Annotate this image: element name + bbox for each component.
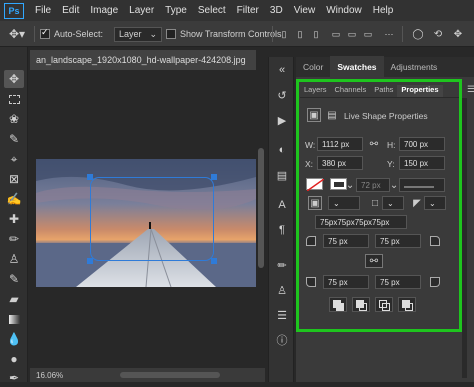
clone-stamp-tool-icon[interactable]: ♙ bbox=[4, 250, 24, 268]
3d-pan-icon[interactable]: ✥ bbox=[450, 26, 466, 42]
tab-adjustments[interactable]: Adjustments bbox=[384, 62, 445, 77]
character-panel-icon[interactable]: A bbox=[274, 197, 290, 213]
libraries-panel-icon[interactable]: ▤ bbox=[274, 167, 290, 183]
blur-tool-icon[interactable]: 💧 bbox=[4, 330, 24, 348]
adjustments-panel-icon[interactable]: ◐ bbox=[274, 142, 290, 158]
lasso-tool-icon[interactable]: ❀ bbox=[4, 110, 24, 128]
document-tab-title: an_landscape_1920x1080_hd-wallpaper-4242… bbox=[36, 55, 246, 65]
healing-brush-tool-icon[interactable]: ✚ bbox=[4, 210, 24, 228]
menu-image[interactable]: Image bbox=[90, 5, 118, 16]
info-panel-icon[interactable]: ⓘ bbox=[274, 332, 290, 348]
history-brush-tool-icon[interactable]: ✎ bbox=[4, 270, 24, 288]
color-panel-group-tabs: Color Swatches Adjustments bbox=[296, 56, 474, 77]
brush-tool-icon[interactable]: ✏ bbox=[4, 230, 24, 248]
divider bbox=[272, 26, 273, 42]
glyphs-panel-icon[interactable]: ☰ bbox=[274, 307, 290, 323]
layer-dropdown-value: Layer bbox=[119, 29, 142, 39]
tab-swatches[interactable]: Swatches bbox=[330, 56, 384, 77]
document-vertical-scrollbar[interactable] bbox=[258, 148, 264, 268]
dodge-tool-icon[interactable]: ● bbox=[4, 350, 24, 368]
marquee-tool-icon[interactable] bbox=[4, 90, 24, 108]
paragraph-panel-icon[interactable]: ¶ bbox=[274, 222, 290, 238]
show-transform-label: Show Transform Controls bbox=[180, 29, 282, 39]
align-right-icon[interactable]: ▯ bbox=[310, 26, 322, 42]
3d-rotate-icon[interactable]: ⟲ bbox=[430, 26, 446, 42]
transform-handle[interactable] bbox=[211, 174, 217, 180]
collapse-arrows-icon[interactable]: « bbox=[274, 62, 290, 78]
menu-edit[interactable]: Edit bbox=[62, 5, 79, 16]
auto-select-checkbox[interactable] bbox=[40, 27, 50, 39]
clone-source-panel-icon[interactable]: ♙ bbox=[274, 282, 290, 298]
menu-filter[interactable]: Filter bbox=[237, 5, 259, 16]
layer-dropdown[interactable]: Layer ⌄ bbox=[114, 26, 163, 42]
auto-select-toggle[interactable]: Auto-Select: bbox=[40, 26, 103, 42]
align-top-icon[interactable]: ▭ bbox=[330, 26, 342, 42]
options-bar: ✥▾ Auto-Select: Layer ⌄ Show Transform Co… bbox=[0, 21, 474, 47]
panel-menu-icon[interactable]: ☰ bbox=[467, 84, 474, 96]
pen-tool-icon[interactable]: ✒ bbox=[4, 369, 24, 387]
document-tab[interactable]: an_landscape_1920x1080_hd-wallpaper-4242… bbox=[30, 50, 256, 70]
landscape-image[interactable] bbox=[36, 159, 256, 287]
more-options-icon[interactable]: ⋯ bbox=[382, 26, 396, 42]
menu-help[interactable]: Help bbox=[373, 5, 394, 16]
align-center-icon[interactable]: ▯ bbox=[294, 26, 306, 42]
align-left-icon[interactable]: ▯ bbox=[278, 26, 290, 42]
menu-type[interactable]: Type bbox=[165, 5, 187, 16]
collapsed-panel-dock: « ↺ ▶ ◐ ▤ A ¶ ✏ ♙ ☰ ⓘ bbox=[268, 57, 294, 382]
quick-select-tool-icon[interactable]: ✎ bbox=[4, 130, 24, 148]
photoshop-logo: Ps bbox=[4, 2, 24, 19]
menu-window[interactable]: Window bbox=[326, 5, 362, 16]
transform-handle[interactable] bbox=[87, 258, 93, 264]
transform-handle[interactable] bbox=[87, 174, 93, 180]
tools-panel: ✥ ❀ ✎ ⌖ ⊠ ✍ ✚ ✏ ♙ ✎ ▰ 💧 ● ✒ bbox=[0, 47, 28, 385]
show-transform-checkbox[interactable] bbox=[166, 29, 176, 39]
divider bbox=[402, 26, 403, 42]
history-panel-icon[interactable]: ↺ bbox=[274, 87, 290, 103]
eyedropper-tool-icon[interactable]: ✍ bbox=[4, 190, 24, 208]
frame-tool-icon[interactable]: ⊠ bbox=[4, 170, 24, 188]
align-middle-icon[interactable]: ▭ bbox=[346, 26, 358, 42]
show-transform-toggle[interactable]: Show Transform Controls bbox=[166, 26, 282, 42]
gradient-tool-icon[interactable] bbox=[4, 310, 24, 328]
auto-select-label: Auto-Select: bbox=[54, 29, 104, 39]
zoom-level[interactable]: 16.06% bbox=[36, 371, 63, 380]
align-bottom-icon[interactable]: ▭ bbox=[362, 26, 374, 42]
menu-bar: Ps File Edit Image Layer Type Select Fil… bbox=[0, 0, 474, 21]
crop-tool-icon[interactable]: ⌖ bbox=[4, 150, 24, 168]
brush-settings-panel-icon[interactable]: ✏ bbox=[274, 257, 290, 273]
eraser-tool-icon[interactable]: ▰ bbox=[4, 290, 24, 308]
menu-layer[interactable]: Layer bbox=[129, 5, 154, 16]
properties-highlight-box bbox=[296, 79, 462, 332]
move-tool-icon[interactable]: ✥▾ bbox=[6, 26, 28, 42]
actions-panel-icon[interactable]: ▶ bbox=[274, 112, 290, 128]
transform-handle[interactable] bbox=[211, 258, 217, 264]
properties-scrollbar[interactable] bbox=[462, 98, 467, 378]
menu-view[interactable]: View bbox=[294, 5, 316, 16]
menu-file[interactable]: File bbox=[35, 5, 51, 16]
menu-select[interactable]: Select bbox=[198, 5, 226, 16]
move-tool-icon[interactable]: ✥ bbox=[4, 70, 24, 88]
3d-mode-icon[interactable]: ◯ bbox=[410, 26, 426, 42]
menu-3d[interactable]: 3D bbox=[270, 5, 283, 16]
chevron-down-icon: ⌄ bbox=[149, 28, 158, 39]
tab-color[interactable]: Color bbox=[296, 62, 330, 77]
divider bbox=[34, 26, 35, 42]
document-horizontal-scrollbar[interactable] bbox=[120, 372, 220, 378]
live-shape-outline[interactable] bbox=[90, 177, 214, 261]
